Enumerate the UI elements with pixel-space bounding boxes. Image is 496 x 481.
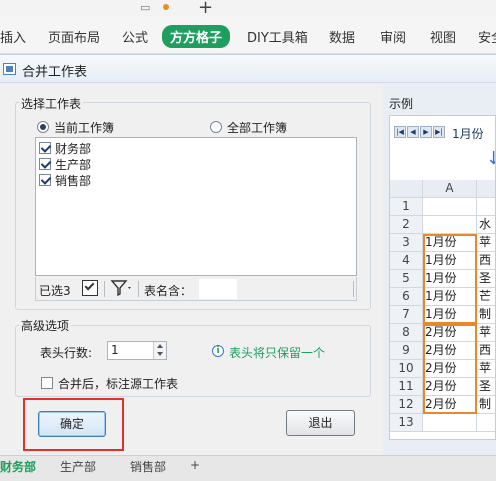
select-all-icon[interactable] (82, 280, 98, 296)
app-top-strip: ▭ + (0, 0, 496, 18)
sheet-name-filter-label: 表名含： (144, 284, 193, 298)
grid-cell-b (477, 414, 495, 432)
status-dot (163, 4, 169, 10)
nav-first-icon: |◀ (394, 126, 406, 138)
sheet-label-finance: 财务部 (55, 142, 92, 156)
ribbon-tab-security[interactable]: 安全 (478, 27, 496, 46)
example-preview: |◀ ◀ ▶ ▶| 1月份 ↓ A 12水31月份苹41月份西51月份圣61月份… (389, 115, 496, 440)
grid-cell-b: 苹 (477, 360, 495, 378)
example-nav-tab: 1月份 (452, 127, 484, 141)
grid-corner (390, 180, 423, 198)
grid-cell-b: 圣 (477, 270, 495, 288)
sheet-checkbox-production[interactable] (39, 158, 51, 170)
selected-count: 已选3 (39, 284, 71, 298)
grid-cell-b: 芒 (477, 288, 495, 306)
advanced-options-group-label: 高级选项 (19, 317, 72, 334)
grid-row-header: 1 (390, 198, 423, 216)
sheet-name-filter-input[interactable] (199, 279, 237, 299)
grid-row-header: 6 (390, 288, 423, 306)
nav-last-icon: ▶| (433, 126, 445, 138)
grid-row-header: 7 (390, 306, 423, 324)
header-rows-stepper[interactable]: 1 (107, 341, 167, 360)
ribbon-tab-fangfang[interactable]: 方方格子 (162, 25, 231, 48)
grid-cell-b: 制 (477, 306, 495, 324)
month-group-outline (423, 234, 477, 324)
grid-row-header: 12 (390, 396, 423, 414)
sheet-checkbox-sales[interactable] (39, 174, 51, 186)
mark-source-label: 合并后，标注源工作表 (58, 377, 179, 391)
month-group-outline (423, 324, 477, 414)
sheet-list[interactable]: 财务部 生产部 销售部 (35, 137, 357, 276)
nav-next-icon: ▶ (420, 126, 432, 138)
sheet-tab-production[interactable]: 生产部 (60, 458, 96, 475)
sheet-list-toolbar: 已选3 表名含： (35, 277, 357, 301)
grid-cell-b: 苹 (477, 234, 495, 252)
add-sheet-button[interactable]: + (190, 458, 200, 472)
ribbon-tab-diy-toolbox[interactable]: DIY工具箱 (247, 27, 308, 46)
exit-button[interactable]: 退出 (286, 410, 355, 436)
dialog-titlebar[interactable]: 合并工作表 (0, 55, 496, 83)
dialog-app-icon (3, 63, 16, 75)
grid-cell-b: 西 (477, 342, 495, 360)
sheet-label-sales: 销售部 (55, 174, 92, 188)
ribbon-tab-formulas[interactable]: 公式 (122, 27, 148, 46)
ribbon-tab-page-layout[interactable]: 页面布局 (48, 27, 100, 46)
grid-row-header: 10 (390, 360, 423, 378)
grid-cell-a (423, 414, 477, 432)
example-label: 示例 (389, 97, 414, 111)
info-icon: i (212, 345, 224, 357)
grid-cell-b: 西 (477, 252, 495, 270)
window-mode-icon[interactable]: ▭ (140, 1, 150, 14)
grid-row-header: 8 (390, 324, 423, 342)
example-sheet-nav: |◀ ◀ ▶ ▶| 1月份 (390, 122, 495, 144)
grid-row-header: 9 (390, 342, 423, 360)
sheet-tab-sales[interactable]: 销售部 (130, 458, 166, 475)
sheet-tab-strip: 财务部 生产部 销售部 + (0, 455, 496, 481)
sheet-label-production: 生产部 (55, 158, 92, 172)
filter-icon[interactable] (110, 279, 134, 300)
grid-cell-b: 水 (477, 216, 495, 234)
grid-column-header: A (423, 180, 477, 198)
sheet-checkbox-finance[interactable] (39, 142, 51, 154)
header-rows-spin-arrows[interactable] (153, 342, 166, 359)
ribbon-tab-data[interactable]: 数据 (329, 27, 355, 46)
header-rows-value[interactable]: 1 (111, 343, 119, 357)
grid-cell-b: 制 (477, 396, 495, 414)
grid-cell-b: 苹 (477, 324, 495, 342)
down-arrow-icon: ↓ (486, 148, 495, 169)
ribbon-tab-bar: 插入 页面布局 公式 方方格子 DIY工具箱 数据 审阅 视图 安全 (0, 16, 496, 54)
grid-row-header: 4 (390, 252, 423, 270)
ribbon-tab-view[interactable]: 视图 (430, 27, 456, 46)
grid-row-header: 13 (390, 414, 423, 432)
dialog-title: 合并工作表 (22, 65, 88, 80)
nav-prev-icon: ◀ (407, 126, 419, 138)
radio-current-workbook[interactable] (37, 121, 49, 133)
grid-row-header: 5 (390, 270, 423, 288)
sheet-tab-finance[interactable]: 财务部 (0, 458, 36, 475)
header-rows-label: 表头行数: (40, 346, 93, 360)
grid-column-header-b (477, 180, 495, 198)
ribbon-tab-review[interactable]: 审阅 (380, 27, 406, 46)
grid-cell-b: 圣 (477, 378, 495, 396)
grid-row-header: 2 (390, 216, 423, 234)
radio-all-workbooks-label: 全部工作簿 (227, 121, 288, 135)
ok-button[interactable]: 确定 (38, 411, 106, 437)
grid-cell-a (423, 198, 477, 216)
mark-source-checkbox[interactable] (41, 377, 53, 389)
radio-current-workbook-label: 当前工作簿 (54, 121, 115, 135)
grid-row-header: 11 (390, 378, 423, 396)
grid-cell-a (423, 216, 477, 234)
grid-row-header: 3 (390, 234, 423, 252)
ribbon-tab-insert[interactable]: 插入 (0, 27, 26, 46)
radio-all-workbooks[interactable] (210, 121, 222, 133)
grid-cell-b (477, 198, 495, 216)
header-note: 表头将只保留一个 (229, 346, 326, 360)
select-sheets-group-label: 选择工作表 (19, 95, 84, 112)
